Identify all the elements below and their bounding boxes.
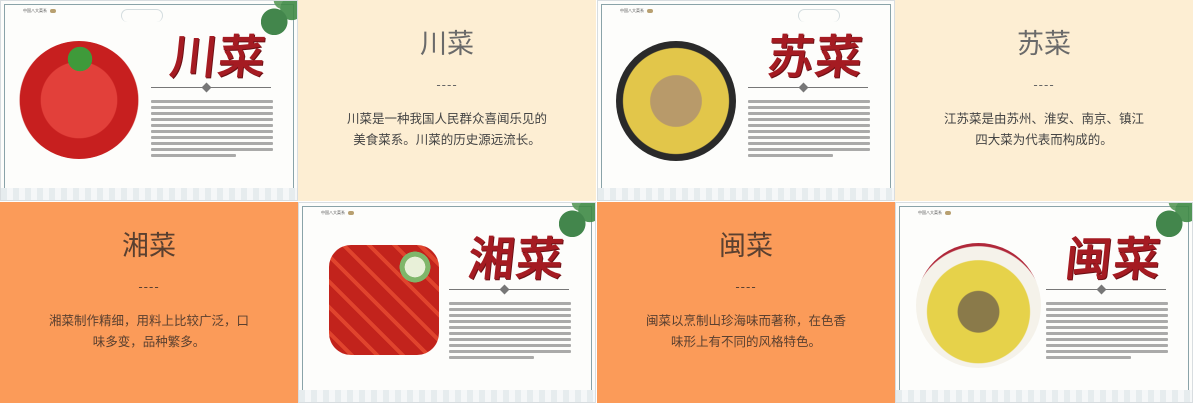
slide-xiang-image[interactable]: 中国八大菜系 湘菜: [298, 202, 596, 403]
slide-su-image[interactable]: 中国八大菜系 苏菜: [597, 0, 895, 201]
slide-description: 湘菜制作精细，用料上比较广泛，口味多变，品种繁多。: [48, 313, 249, 349]
slide-chuan-text[interactable]: 川菜 ---- 川菜是一种我国人民群众喜闻乐见的美食菜系。川菜的历史源远流长。: [298, 0, 596, 201]
divider-text: ----: [1033, 78, 1055, 92]
title-divider: [748, 87, 868, 88]
slide-description: 闽菜以烹制山珍海味而著称，在色香味形上有不同的风格特色。: [645, 313, 846, 349]
slide-xiang-text[interactable]: 湘菜 ---- 湘菜制作精细，用料上比较广泛，口味多变，品种繁多。: [0, 202, 298, 403]
slide-title: 湘菜: [465, 232, 568, 286]
title-divider: [151, 87, 271, 88]
body-text-block: [449, 299, 571, 362]
garnish-icon: [63, 45, 97, 73]
divider-text: ----: [138, 280, 160, 294]
brand-icon: [348, 211, 354, 215]
slide-heading: 川菜: [420, 29, 474, 60]
cloud-decoration-icon: [121, 9, 163, 22]
body-text-block: [1046, 299, 1168, 362]
slide-description: 江苏菜是由苏州、淮安、南京、镇江四大菜为代表而构成的。: [943, 111, 1144, 147]
brand-label: 中国八大菜系: [918, 210, 951, 215]
brand-label: 中国八大菜系: [321, 210, 354, 215]
slide-heading: 湘菜: [122, 231, 176, 262]
slide-title: 川菜: [167, 30, 270, 84]
dish-photo: [616, 41, 736, 161]
bottom-border: [896, 390, 1192, 402]
brand-label: 中国八大菜系: [620, 8, 653, 13]
slide-chuan-image[interactable]: 中国八大菜系 川菜: [0, 0, 298, 201]
slide-title: 闽菜: [1062, 232, 1165, 286]
slide-heading: 闽菜: [719, 231, 773, 262]
bottom-border: [598, 188, 894, 200]
divider-text: ----: [735, 280, 757, 294]
slide-description: 川菜是一种我国人民群众喜闻乐见的美食菜系。川菜的历史源远流长。: [346, 111, 547, 147]
dish-photo: [916, 243, 1041, 368]
divider-text: ----: [436, 78, 458, 92]
brand-icon: [647, 9, 653, 13]
body-text-block: [748, 97, 870, 160]
slide-min-text[interactable]: 闽菜 ---- 闽菜以烹制山珍海味而著称，在色香味形上有不同的风格特色。: [597, 202, 895, 403]
bottom-border: [299, 390, 595, 402]
slide-title: 苏菜: [764, 30, 867, 84]
title-divider: [449, 289, 569, 290]
slide-grid: 中国八大菜系 川菜 川菜 ---- 川菜是一种我国人民群众喜闻乐见的美食菜系。川…: [0, 0, 1193, 403]
slide-su-text[interactable]: 苏菜 ---- 江苏菜是由苏州、淮安、南京、镇江四大菜为代表而构成的。: [895, 0, 1193, 201]
bottom-border: [1, 188, 297, 200]
title-divider: [1046, 289, 1166, 290]
brand-label: 中国八大菜系: [23, 8, 56, 13]
slide-heading: 苏菜: [1017, 29, 1071, 60]
body-text-block: [151, 97, 273, 160]
garnish-icon: [397, 249, 433, 285]
brand-icon: [945, 211, 951, 215]
slide-min-image[interactable]: 中国八大菜系 闽菜: [895, 202, 1193, 403]
brand-icon: [50, 9, 56, 13]
